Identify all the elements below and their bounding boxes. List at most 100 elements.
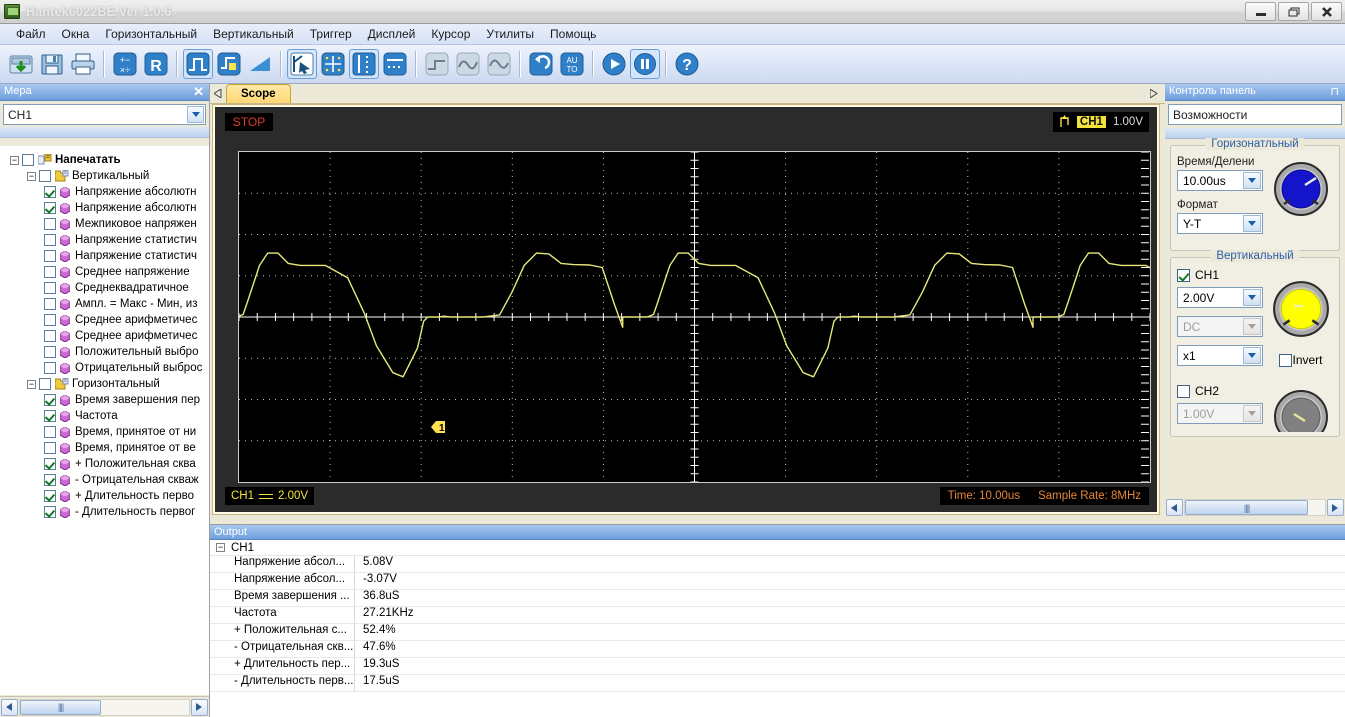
tree-item[interactable]: Межпиковое напряжен xyxy=(0,216,209,232)
math-icon[interactable]: +− ×÷ xyxy=(110,49,140,79)
scroll-thumb[interactable]: |||| xyxy=(1185,500,1309,515)
output-row[interactable]: + Длительность пер... 19.3uS xyxy=(210,658,1345,675)
expand-collapse-icon[interactable]: − xyxy=(27,379,36,389)
horizontal-cursor-icon[interactable] xyxy=(380,49,410,79)
tree-item-checkbox[interactable] xyxy=(44,250,56,262)
scroll-left-icon[interactable] xyxy=(1,698,18,716)
measure-icon[interactable] xyxy=(214,49,244,79)
ch2-enable-row[interactable]: CH2 xyxy=(1177,384,1269,398)
square-wave-icon[interactable] xyxy=(183,49,213,79)
undo-icon[interactable] xyxy=(526,49,556,79)
chevron-down-icon[interactable] xyxy=(1243,172,1261,189)
ch1-enable-checkbox[interactable] xyxy=(1177,268,1190,282)
menu-trigger[interactable]: Триггер xyxy=(302,25,360,43)
ch1-invert-row[interactable]: Invert xyxy=(1279,353,1323,367)
tree-item[interactable]: Положительный выбро xyxy=(0,344,209,360)
tree-item[interactable]: Среднее напряжение xyxy=(0,264,209,280)
tree-item[interactable]: Среднеквадратичное xyxy=(0,280,209,296)
help-icon[interactable]: ? xyxy=(672,49,702,79)
open-icon[interactable] xyxy=(6,49,36,79)
menu-windows[interactable]: Окна xyxy=(54,25,98,43)
tree-item[interactable]: + Длительность перво xyxy=(0,488,209,504)
timebase-knob[interactable] xyxy=(1272,160,1330,218)
vertical-cursor-icon[interactable] xyxy=(349,49,379,79)
tab-scope[interactable]: Scope xyxy=(226,84,291,103)
tree-item-checkbox[interactable] xyxy=(44,426,56,438)
tree-item-checkbox[interactable] xyxy=(44,474,56,486)
tree-item-checkbox[interactable] xyxy=(44,410,56,422)
minimize-button[interactable] xyxy=(1245,2,1276,21)
menu-file[interactable]: Файл xyxy=(8,25,54,43)
control-panel-hscrollbar[interactable]: |||| xyxy=(1165,498,1345,517)
crosshair-icon[interactable] xyxy=(318,49,348,79)
tree-item-checkbox[interactable] xyxy=(44,202,56,214)
tree-item-checkbox[interactable] xyxy=(44,394,56,406)
tab-scroll-right-icon[interactable] xyxy=(1147,86,1161,101)
output-row[interactable]: Напряжение абсол... 5.08V xyxy=(210,556,1345,573)
tree-item[interactable]: Напряжение абсолютн xyxy=(0,200,209,216)
noisy-waveform-icon[interactable] xyxy=(453,49,483,79)
tree-item[interactable]: - Отрицательная скваж xyxy=(0,472,209,488)
tree-item-checkbox[interactable] xyxy=(44,266,56,278)
expand-collapse-icon[interactable]: − xyxy=(27,171,36,181)
tree-group[interactable]: − Горизонтальный xyxy=(0,376,209,392)
tree-item-checkbox[interactable] xyxy=(44,330,56,342)
reference-icon[interactable]: R xyxy=(141,49,171,79)
chevron-down-icon[interactable] xyxy=(187,106,204,123)
ch2-volts-knob[interactable] xyxy=(1271,388,1331,432)
output-row[interactable]: Напряжение абсол... -3.07V xyxy=(210,573,1345,590)
tree-item-checkbox[interactable] xyxy=(44,458,56,470)
tree-item-checkbox[interactable] xyxy=(44,506,56,518)
collapse-icon[interactable]: − xyxy=(216,543,225,552)
run-icon[interactable] xyxy=(599,49,629,79)
tree-item[interactable]: Ампл. = Макс - Мин, из xyxy=(0,296,209,312)
timebase-select[interactable]: 10.00us xyxy=(1177,170,1263,191)
menu-display[interactable]: Дисплей xyxy=(360,25,424,43)
cursor-pointer-icon[interactable] xyxy=(287,49,317,79)
close-icon[interactable]: ✕ xyxy=(193,84,204,100)
ch1-volts-select[interactable]: 2.00V xyxy=(1177,287,1263,308)
tab-scroll-left-icon[interactable] xyxy=(210,84,226,103)
tree-item[interactable]: Напряжение статистич xyxy=(0,232,209,248)
tree-item-checkbox[interactable] xyxy=(44,346,56,358)
pin-icon[interactable]: ⊓ xyxy=(1330,85,1339,98)
output-group-row[interactable]: − CH1 xyxy=(210,540,1345,556)
tree-item[interactable]: + Положительная сква xyxy=(0,456,209,472)
expand-collapse-icon[interactable]: − xyxy=(10,155,19,165)
scroll-right-icon[interactable] xyxy=(1327,499,1344,516)
chevron-down-icon[interactable] xyxy=(1243,289,1261,306)
measure-tree[interactable]: − Напечатать − Вертикальный Напряжение абсол… xyxy=(0,146,209,695)
tree-item-checkbox[interactable] xyxy=(44,298,56,310)
save-icon[interactable] xyxy=(37,49,67,79)
tree-item[interactable]: Среднее арифметичес xyxy=(0,328,209,344)
scroll-left-icon[interactable] xyxy=(1166,499,1183,516)
waveform-grid[interactable] xyxy=(238,151,1151,483)
ramp-icon[interactable] xyxy=(245,49,275,79)
tree-item[interactable]: - Длительность первог xyxy=(0,504,209,520)
pause-icon[interactable] xyxy=(630,49,660,79)
tree-item[interactable]: Отрицательный выброс xyxy=(0,360,209,376)
print-icon[interactable] xyxy=(68,49,98,79)
restore-button[interactable] xyxy=(1278,2,1309,21)
ch1-enable-row[interactable]: CH1 xyxy=(1177,268,1269,282)
tree-item[interactable]: Напряжение статистич xyxy=(0,248,209,264)
scroll-right-icon[interactable] xyxy=(191,698,208,716)
tree-item[interactable]: Время завершения пер xyxy=(0,392,209,408)
menu-vertical[interactable]: Вертикальный xyxy=(205,25,302,43)
output-row[interactable]: Частота 27.21KHz xyxy=(210,607,1345,624)
tree-item-checkbox[interactable] xyxy=(39,378,51,390)
step-waveform-icon[interactable] xyxy=(422,49,452,79)
tree-group[interactable]: − Вертикальный xyxy=(0,168,209,184)
scope-display[interactable]: STOP CH1 1.00V 1 CH1 2.00V Time: 10.00us… xyxy=(215,107,1157,512)
tree-group[interactable]: − Напечатать xyxy=(0,152,209,168)
tree-item[interactable]: Напряжение абсолютн xyxy=(0,184,209,200)
mode-select[interactable]: Возможности xyxy=(1168,104,1342,125)
tree-item-checkbox[interactable] xyxy=(44,186,56,198)
ch1-volts-knob[interactable] xyxy=(1271,279,1331,339)
tree-item[interactable]: Время, принятое от ве xyxy=(0,440,209,456)
sine-waveform-icon[interactable] xyxy=(484,49,514,79)
scroll-track[interactable]: |||| xyxy=(1184,499,1326,516)
channel-ground-marker[interactable]: 1 xyxy=(431,419,445,435)
output-row[interactable]: - Длительность перв... 17.5uS xyxy=(210,675,1345,692)
close-button[interactable] xyxy=(1311,2,1342,21)
